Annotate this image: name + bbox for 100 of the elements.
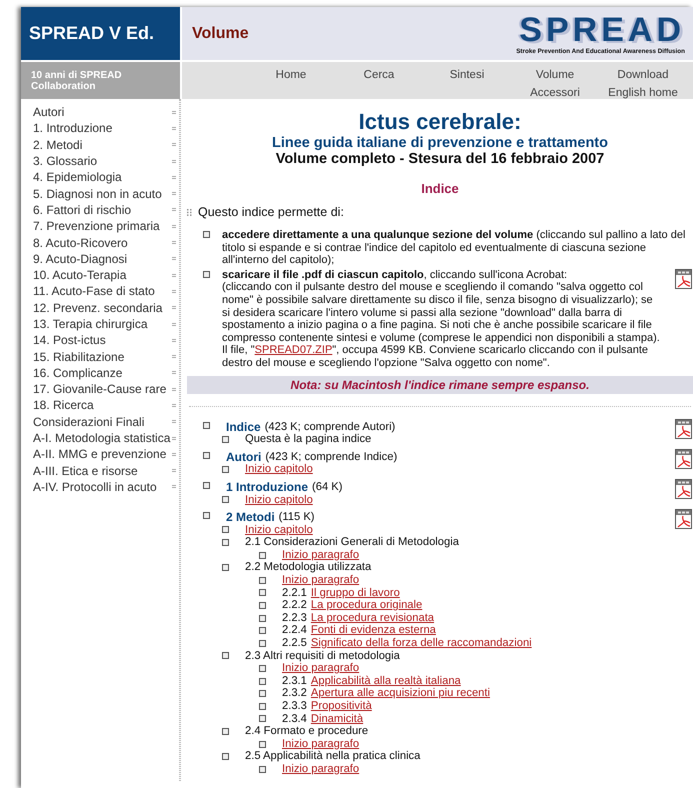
sidebar-item[interactable]: 3. Glossario xyxy=(33,154,98,168)
square-bullet-icon[interactable] xyxy=(259,552,266,559)
section-link[interactable]: Inizio paragrafo xyxy=(282,762,360,776)
square-bullet-icon[interactable] xyxy=(222,496,229,504)
sidebar-item[interactable]: 18. Ricerca xyxy=(33,398,94,412)
section-link[interactable]: Significato della forza delle raccomandazioni xyxy=(310,637,532,650)
square-bullet-icon[interactable] xyxy=(222,526,229,534)
chapter-link[interactable]: 2 Metodi xyxy=(226,511,275,524)
sidebar-item[interactable]: 7. Prevenzione primaria xyxy=(33,219,160,234)
sidebar-item[interactable]: 15. Riabilitazione xyxy=(33,350,124,364)
square-bullet-icon[interactable] xyxy=(203,452,210,459)
nav-link[interactable]: Sintesi xyxy=(450,66,484,84)
pdf-icon[interactable] xyxy=(675,478,692,499)
sidebar-item[interactable]: 8. Acuto-Ricovero xyxy=(33,236,128,250)
file-link[interactable]: SPREAD07.ZIP xyxy=(254,344,332,356)
nav-link[interactable]: English home xyxy=(608,84,678,102)
section-link[interactable]: Inizio capitolo xyxy=(245,494,313,506)
square-bullet-icon[interactable] xyxy=(203,231,210,238)
nav-link[interactable]: Cerca xyxy=(364,66,394,84)
square-bullet-icon[interactable] xyxy=(222,652,229,660)
square-bullet-icon[interactable] xyxy=(222,436,229,443)
pdf-icon[interactable] xyxy=(675,448,692,469)
section-link[interactable]: Propositività xyxy=(310,700,372,713)
section-link[interactable]: Apertura alle acquisizioni piu recenti xyxy=(310,687,490,700)
chapter-link[interactable]: Autori xyxy=(226,450,262,464)
square-bullet-icon[interactable] xyxy=(259,640,266,647)
square-bullet-icon[interactable] xyxy=(259,665,266,672)
square-bullet-icon[interactable] xyxy=(203,512,210,520)
square-bullet-icon[interactable] xyxy=(222,564,229,572)
section-link[interactable]: Applicabilità alla realtà italiana xyxy=(310,674,461,688)
sidebar-item[interactable]: A-II. MMG e prevenzione xyxy=(33,447,166,462)
sidebar-item[interactable]: 13. Terapia chirurgica xyxy=(33,317,148,331)
pdf-icon[interactable] xyxy=(675,268,692,289)
dots-icon xyxy=(187,208,192,216)
nav-link[interactable]: Home xyxy=(276,66,306,84)
sidebar-item[interactable]: A-IV. Protocolli in acuto xyxy=(33,480,157,494)
section-link[interactable]: Dinamicità xyxy=(310,712,364,726)
sidebar-item[interactable]: A-III. Etica e risorse xyxy=(33,464,138,478)
nav-link[interactable]: Accessori xyxy=(530,84,580,102)
sidebar-item[interactable]: A-I. Metodologia statistica xyxy=(33,431,170,446)
section-title: 2.4 Formato e procedure xyxy=(245,725,368,738)
sidebar-item[interactable]: 12. Prevenz. secondaria xyxy=(33,300,162,315)
section-link[interactable]: La procedura originale xyxy=(310,599,422,612)
sidebar-item[interactable]: 2. Metodi xyxy=(33,138,82,152)
square-bullet-icon[interactable] xyxy=(259,602,266,610)
sidebar-item[interactable]: 4. Epidemiologia xyxy=(33,170,122,184)
section-number: 2.3.3 xyxy=(282,700,307,713)
section-link[interactable]: Inizio capitolo xyxy=(245,463,313,476)
sidebar-item[interactable]: 16. Complicanze xyxy=(33,366,122,380)
section-number: 2.2.3 xyxy=(282,612,307,624)
intro-text: Questo indice permette di: xyxy=(198,205,344,219)
square-bullet-icon[interactable] xyxy=(259,627,266,634)
section-link[interactable]: Inizio paragrafo xyxy=(282,662,360,675)
section-link[interactable]: Il gruppo di lavoro xyxy=(310,586,400,600)
square-bullet-icon[interactable] xyxy=(259,715,266,722)
section-link[interactable]: Inizio paragrafo xyxy=(282,574,360,587)
section-number: 2.2.5 xyxy=(282,637,307,650)
sidebar-item[interactable]: 1. Introduzione xyxy=(33,121,112,136)
pdf-icon[interactable] xyxy=(675,509,692,530)
sidebar-item[interactable]: 9. Acuto-Diagnosi xyxy=(33,252,128,266)
sidebar-item[interactable]: 17. Giovanile-Cause rare xyxy=(33,382,166,396)
square-bullet-icon[interactable] xyxy=(222,753,229,760)
square-bullet-icon[interactable] xyxy=(259,702,266,710)
square-bullet-icon[interactable] xyxy=(259,690,266,698)
sidebar-item[interactable]: 6. Fattori di rischio xyxy=(33,202,132,217)
section-link[interactable]: Inizio paragrafo xyxy=(282,738,360,750)
square-bullet-icon[interactable] xyxy=(259,740,266,748)
section-link[interactable]: Inizio capitolo xyxy=(245,524,313,536)
square-bullet-icon[interactable] xyxy=(259,614,266,622)
sidebar-item[interactable]: Autori xyxy=(33,105,64,120)
square-bullet-icon[interactable] xyxy=(259,576,266,584)
square-bullet-icon[interactable] xyxy=(222,466,229,474)
logo-text: SPREAD xyxy=(519,12,685,48)
sidebar-item[interactable]: Considerazioni Finali xyxy=(33,414,144,429)
chapter-link[interactable]: Indice xyxy=(226,420,261,434)
page-title: Ictus cerebrale: xyxy=(358,108,522,135)
sidebar-item[interactable]: 14. Post-ictus xyxy=(33,333,106,348)
section-link[interactable]: La procedura revisionata xyxy=(310,612,434,624)
square-bullet-icon[interactable] xyxy=(222,539,229,546)
section-number: 2.2.4 xyxy=(282,624,307,638)
nav-link[interactable]: Volume xyxy=(536,66,574,84)
edition-title: Volume completo - Stesura del 16 febbraio 2007 xyxy=(274,151,606,167)
square-bullet-icon[interactable] xyxy=(203,422,210,429)
square-bullet-icon[interactable] xyxy=(259,766,266,773)
nav-link[interactable]: Download xyxy=(617,66,669,84)
section-link[interactable]: Fonti di evidenza esterna xyxy=(310,624,436,638)
pdf-icon[interactable] xyxy=(675,418,692,439)
sidebar-item[interactable]: 11. Acuto-Fase di stato xyxy=(33,284,155,298)
section-link[interactable]: Inizio paragrafo xyxy=(282,548,360,562)
square-bullet-icon[interactable] xyxy=(259,589,266,596)
square-bullet-icon[interactable] xyxy=(222,728,229,735)
section-number: 2.3.1 xyxy=(282,674,307,688)
square-bullet-icon[interactable] xyxy=(259,678,266,685)
square-bullet-icon[interactable] xyxy=(203,270,210,278)
sidebar-item[interactable]: 10. Acuto-Terapia xyxy=(33,268,126,282)
chapter-link[interactable]: 1 Introduzione xyxy=(226,480,308,494)
square-bullet-icon[interactable] xyxy=(203,482,210,489)
section-title: 2.5 Applicabilità nella pratica clinica xyxy=(245,750,420,763)
sidebar-item[interactable]: 5. Diagnosi non in acuto xyxy=(33,186,162,201)
section-number: 2.2.2 xyxy=(282,599,307,612)
